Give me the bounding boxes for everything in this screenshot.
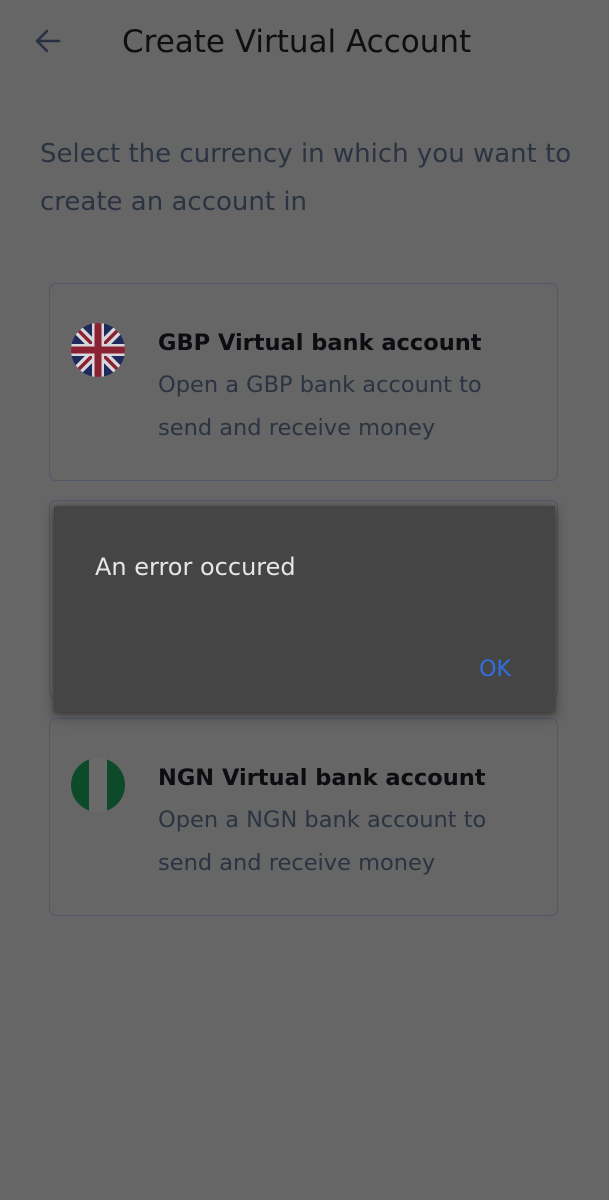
account-description: Open a GBP bank account to send and rece… xyxy=(158,372,482,441)
account-title: NGN Virtual bank account xyxy=(158,765,486,791)
arrow-left-icon xyxy=(35,29,61,53)
page-instructions: Select the currency in which you want to… xyxy=(40,139,572,217)
account-title: GBP Virtual bank account xyxy=(158,330,482,356)
ok-button[interactable]: OK xyxy=(468,650,522,690)
nigeria-flag-icon xyxy=(71,758,125,812)
ngn-account-card[interactable]: NGN Virtual bank account Open a NGN bank… xyxy=(49,718,558,916)
uk-flag-icon xyxy=(71,323,125,377)
gbp-account-card[interactable]: GBP Virtual bank account Open a GBP bank… xyxy=(49,283,558,481)
account-description: Open a NGN bank account to send and rece… xyxy=(158,807,487,876)
error-dialog: An error occured OK xyxy=(54,506,555,712)
back-button[interactable] xyxy=(22,18,72,64)
page-title: Create Virtual Account xyxy=(122,24,472,60)
error-message: An error occured xyxy=(95,553,296,581)
app-header: Create Virtual Account xyxy=(0,0,609,90)
